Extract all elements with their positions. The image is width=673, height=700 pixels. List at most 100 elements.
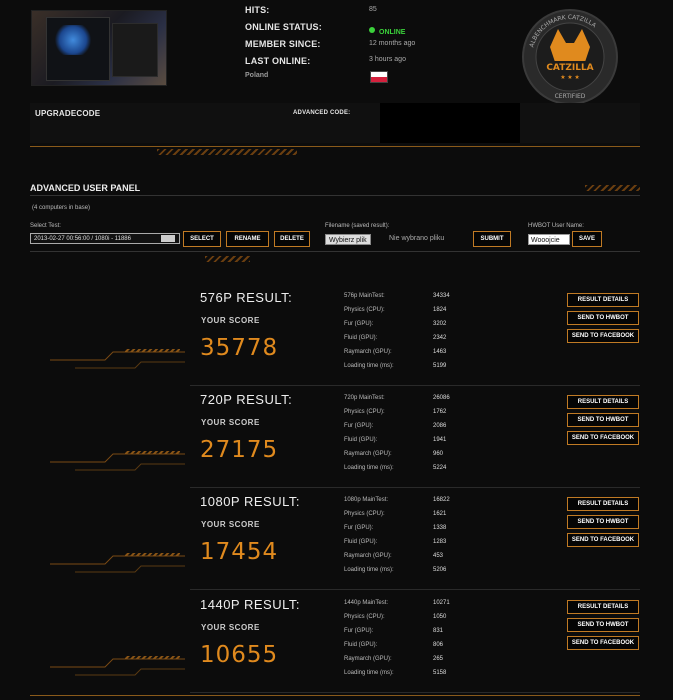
result-details-button[interactable]: RESULT DETAILS [567,395,639,409]
your-score-label: YOUR SCORE [201,623,260,632]
stat-label: Raymarch (GPU): [344,349,392,355]
choose-file-button[interactable]: Wybierz plik [325,234,371,245]
stat-label: Loading time (ms): [344,465,394,471]
stat-label: 576p MainTest: [344,293,385,299]
delete-button[interactable]: DELETE [274,231,310,247]
codes-bar [30,103,640,143]
divider [190,589,640,590]
stat-value: 265 [433,656,444,662]
member-label: MEMBER SINCE: [245,39,321,49]
dropdown-arrow-icon[interactable] [161,235,175,242]
no-file-text: Nie wybrano pliku [389,235,445,242]
stat-label: Raymarch (GPU): [344,553,392,559]
your-score-label: YOUR SCORE [201,316,260,325]
panel-title: ADVANCED USER PANEL [30,183,141,193]
stat-value: 2342 [433,335,447,341]
stat-label: Fluid (GPU): [344,437,378,443]
rename-button[interactable]: RENAME [226,231,269,247]
advanced-code-label: ADVANCED CODE: [293,110,351,116]
result-title: 720P RESULT: [200,392,293,407]
panel-subtitle: (4 computers in base) [32,205,91,211]
stat-value: 1621 [433,511,447,517]
stat-label: Fur (GPU): [344,423,374,429]
stat-label: Loading time (ms): [344,363,394,369]
decor-hatch [205,256,250,262]
badge-name: CATZILLA [546,63,593,73]
last-online-value: 3 hours ago [369,56,406,63]
send-to-facebook-button[interactable]: SEND TO FACEBOOK [567,431,639,445]
send-to-facebook-button[interactable]: SEND TO FACEBOOK [567,329,639,343]
score-value: 27175 [200,437,279,463]
stat-value: 5206 [433,567,447,573]
stat-label: 1440p MainTest: [344,600,389,606]
circuit-decor [45,642,190,682]
status-indicator: ONLINE [369,21,405,39]
divider [30,146,640,147]
stat-value: 5224 [433,465,447,471]
stat-value: 34334 [433,293,450,299]
stat-value: 1941 [433,437,447,443]
select-test-value: 2013-02-27 00:56:00 / 1080i - 11886 [34,236,131,242]
hits-label: HITS: [245,5,270,15]
profile-photo [31,10,167,86]
decor-hatch [157,149,297,155]
stat-label: Loading time (ms): [344,670,394,676]
stat-label: Raymarch (GPU): [344,451,392,457]
select-test-dropdown[interactable]: 2013-02-27 00:56:00 / 1080i - 11886 [30,233,180,244]
catzilla-badge: CATZILLA ★ ★ ★ ALBENCHMARK CATZILLA CERT… [510,5,640,105]
filename-label: Filename (saved result): [325,223,390,229]
stat-label: Physics (CPU): [344,409,385,415]
send-to-hwbot-button[interactable]: SEND TO HWBOT [567,413,639,427]
stat-label: Fur (GPU): [344,321,374,327]
divider [30,695,640,696]
result-title: 576P RESULT: [200,290,293,305]
circuit-decor [45,437,190,477]
stat-value: 3202 [433,321,447,327]
stat-value: 16822 [433,497,450,503]
result-title: 1440P RESULT: [200,597,300,612]
stat-label: Fluid (GPU): [344,335,378,341]
stat-label: Fluid (GPU): [344,642,378,648]
member-value: 12 months ago [369,40,416,47]
divider [190,487,640,488]
hwbot-username-input[interactable]: Wooojcie [528,234,570,245]
send-to-hwbot-button[interactable]: SEND TO HWBOT [567,618,639,632]
send-to-hwbot-button[interactable]: SEND TO HWBOT [567,311,639,325]
send-to-hwbot-button[interactable]: SEND TO HWBOT [567,515,639,529]
stat-label: Physics (CPU): [344,511,385,517]
stat-value: 960 [433,451,444,457]
country: Poland [245,72,269,79]
stat-value: 10271 [433,600,450,606]
select-button[interactable]: SELECT [183,231,221,247]
online-dot-icon [369,26,375,33]
select-test-label: Select Test: [30,223,61,229]
svg-text:★ ★ ★: ★ ★ ★ [560,74,579,81]
status-value: ONLINE [379,29,406,36]
circuit-decor [45,539,190,579]
stat-label: 1080p MainTest: [344,497,389,503]
stat-value: 26086 [433,395,450,401]
stat-value: 1283 [433,539,447,545]
stat-value: 1463 [433,349,447,355]
hits-value: 85 [369,6,377,13]
stat-label: Fur (GPU): [344,525,374,531]
stat-label: 720p MainTest: [344,395,385,401]
result-details-button[interactable]: RESULT DETAILS [567,497,639,511]
stat-value: 2086 [433,423,447,429]
divider [30,195,640,196]
result-details-button[interactable]: RESULT DETAILS [567,600,639,614]
stat-value: 5158 [433,670,447,676]
your-score-label: YOUR SCORE [201,418,260,427]
score-value: 35778 [200,335,279,361]
save-button[interactable]: SAVE [572,231,602,247]
pc-side [112,23,158,77]
send-to-facebook-button[interactable]: SEND TO FACEBOOK [567,636,639,650]
divider [190,385,640,386]
result-details-button[interactable]: RESULT DETAILS [567,293,639,307]
stat-value: 831 [433,628,444,634]
status-label: ONLINE STATUS: [245,22,322,32]
submit-button[interactable]: SUBMIT [473,231,511,247]
stat-label: Fur (GPU): [344,628,374,634]
stat-value: 5199 [433,363,447,369]
send-to-facebook-button[interactable]: SEND TO FACEBOOK [567,533,639,547]
